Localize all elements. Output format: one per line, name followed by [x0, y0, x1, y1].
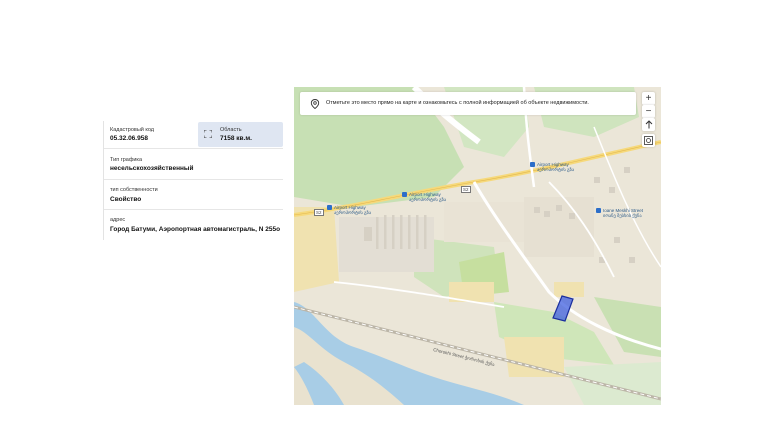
map-hint-banner: Отметьте это место прямо на карте и озна… [300, 92, 636, 115]
reset-north-button[interactable] [642, 118, 655, 131]
ownership-type-value: Свойство [110, 196, 142, 203]
bus-stop-icon [327, 205, 332, 210]
cadastral-code-value: 05.32.06.958 [110, 135, 148, 142]
zoom-out-button[interactable]: − [642, 105, 655, 118]
panel-border [103, 121, 104, 240]
road-shield: S2 [461, 186, 471, 193]
area-value: 7158 кв.м. [220, 135, 252, 142]
divider [104, 148, 283, 149]
poi-label[interactable]: Airport Highway აეროპორტის გზა [327, 205, 371, 215]
plot-type-label: Тип графика [110, 157, 143, 163]
divider [104, 209, 283, 210]
expand-icon [204, 130, 212, 138]
poi-label[interactable]: Airport Highway აეროპორტის გზა [530, 162, 574, 172]
bus-stop-icon [596, 208, 601, 213]
map-hint-text: Отметьте это место прямо на карте и озна… [326, 100, 589, 106]
bus-stop-icon [402, 192, 407, 197]
ownership-type-label: тип собственности [110, 187, 158, 193]
plus-icon: + [645, 92, 652, 104]
divider [104, 179, 283, 180]
location-pin-icon [310, 99, 320, 109]
poi-label[interactable]: Airport Highway აეროპორტის გზა [402, 192, 446, 202]
arrow-up-icon [645, 120, 652, 129]
bus-stop-icon [530, 162, 535, 167]
zoom-in-button[interactable]: + [642, 92, 655, 105]
area-card: Область 7158 кв.м. [198, 122, 283, 147]
locate-button[interactable] [642, 134, 655, 147]
area-label: Область [220, 127, 242, 133]
plot-type-value: несельскохозяйственный [110, 165, 194, 172]
road-shield: S2 [314, 209, 324, 216]
crosshair-icon [644, 136, 653, 145]
poi-label[interactable]: Ioane Meskhi Street იოანე მესხის ქუჩა [596, 208, 643, 218]
address-label: адрес [110, 217, 126, 223]
property-info-panel: Кадастровый код 05.32.06.958 Область 715… [103, 121, 283, 240]
minus-icon: − [645, 105, 652, 117]
map-view[interactable]: Airport Highway აეროპორტის გზა Airport Hi… [294, 87, 661, 405]
address-value: Город Батуми, Аэропортная автомагистраль… [110, 226, 281, 233]
cadastral-code-label: Кадастровый код [110, 127, 155, 133]
